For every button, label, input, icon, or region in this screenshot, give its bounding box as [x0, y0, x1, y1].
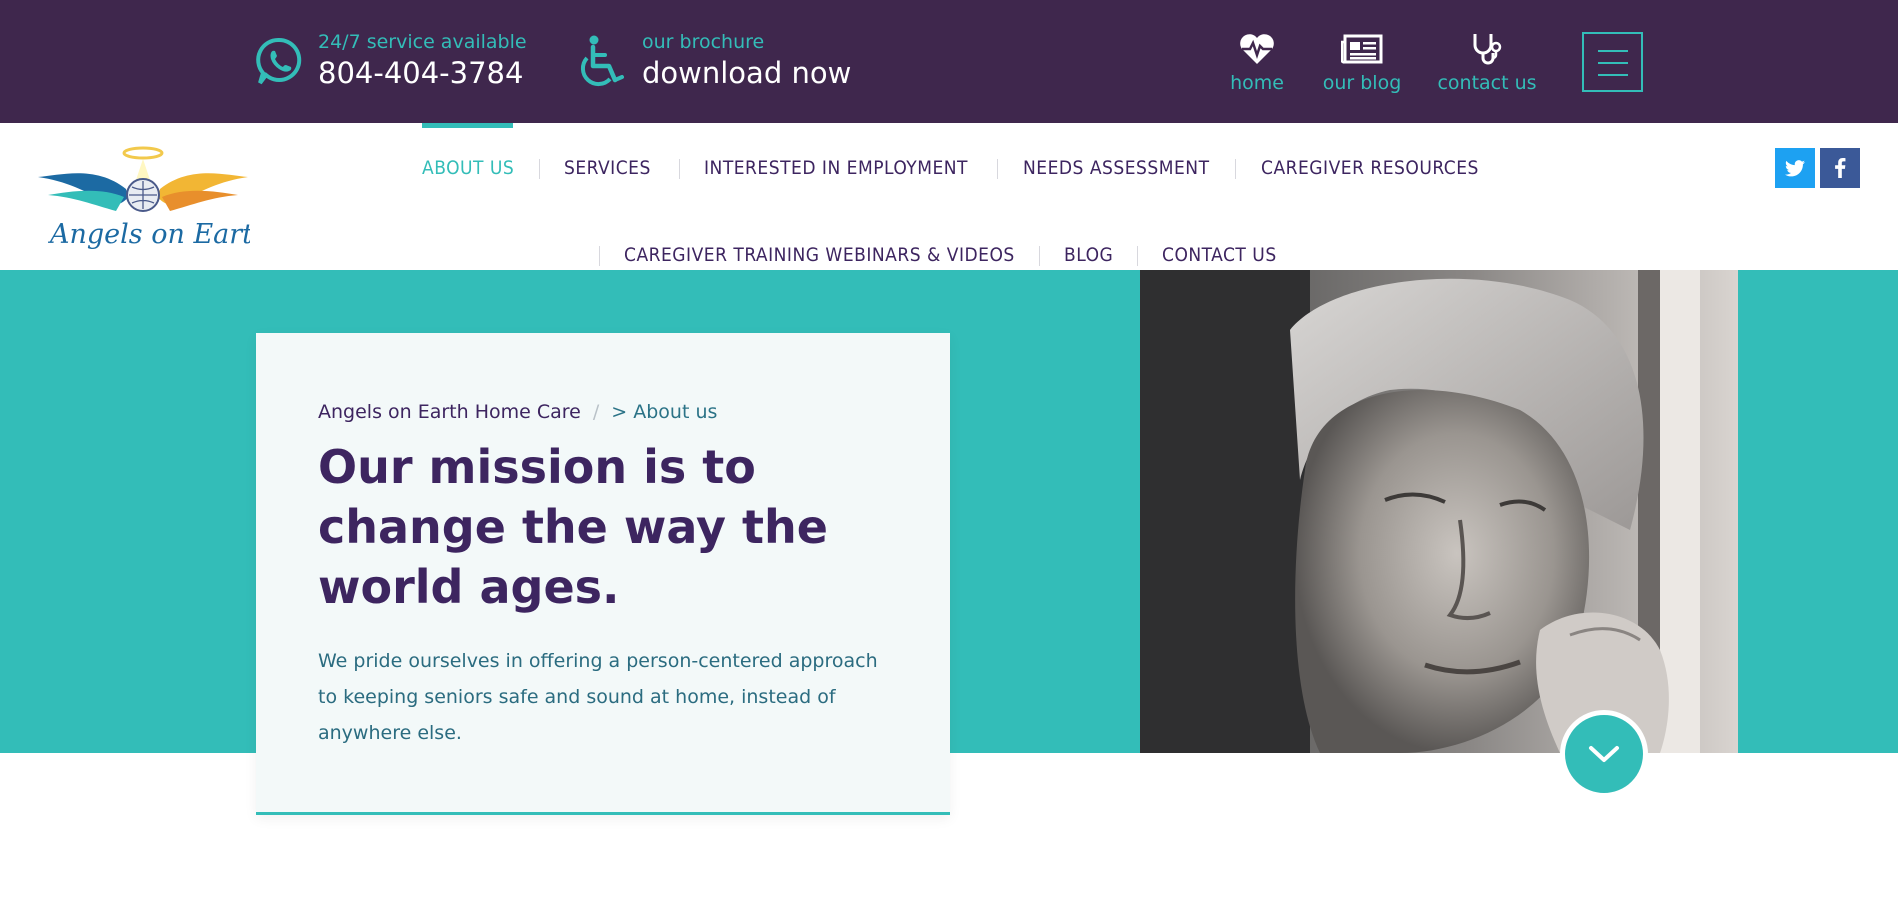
breadcrumb-home[interactable]: Angels on Earth Home Care: [318, 401, 581, 423]
hamburger-line: [1598, 62, 1628, 64]
stethoscope-icon: [1469, 30, 1505, 68]
nav-active-indicator: [422, 123, 513, 128]
hero-description: We pride ourselves in offering a person-…: [318, 650, 878, 744]
main-navigation: Angels on Earth ABOUT US SERVICES INTERE…: [0, 123, 1898, 270]
twitter-icon: [1785, 159, 1805, 176]
newspaper-icon: [1341, 30, 1383, 68]
nav-interested-in-employment[interactable]: INTERESTED IN EMPLOYMENT: [704, 157, 968, 179]
brochure-link[interactable]: download now: [642, 54, 851, 92]
nav-divider: [1137, 246, 1138, 266]
nav-contact-us[interactable]: CONTACT US: [1162, 244, 1277, 266]
facebook-link[interactable]: [1820, 148, 1860, 188]
whatsapp-phone-icon: [254, 34, 304, 90]
quicklink-contact[interactable]: contact us: [1437, 30, 1537, 94]
phone-number[interactable]: 804-404-3784: [318, 54, 527, 92]
nav-divider: [599, 246, 600, 266]
breadcrumb-separator: /: [592, 401, 600, 423]
nav-about-us[interactable]: ABOUT US: [422, 157, 514, 179]
nav-caregiver-resources[interactable]: CAREGIVER RESOURCES: [1261, 157, 1479, 179]
wheelchair-icon: [578, 34, 628, 90]
nav-divider: [539, 159, 540, 179]
quicklink-home[interactable]: home: [1230, 30, 1284, 94]
quicklink-blog-label: our blog: [1322, 72, 1402, 94]
phone-contact[interactable]: 24/7 service available 804-404-3784: [254, 30, 527, 92]
senior-woman-photo: [1140, 270, 1738, 753]
phone-caption: 24/7 service available: [318, 31, 527, 53]
breadcrumb: Angels on Earth Home Care / > About us: [318, 401, 717, 423]
hamburger-menu-button[interactable]: [1582, 32, 1643, 92]
nav-divider: [679, 159, 680, 179]
heartbeat-icon: [1238, 30, 1276, 68]
twitter-link[interactable]: [1775, 148, 1815, 188]
nav-caregiver-training-webinars[interactable]: CAREGIVER TRAINING WEBINARS & VIDEOS: [624, 244, 1015, 266]
chevron-down-icon: [1589, 746, 1619, 762]
brochure-caption: our brochure: [642, 31, 765, 53]
brochure-download[interactable]: our brochure download now: [578, 30, 851, 92]
site-logo[interactable]: Angels on Earth: [36, 145, 270, 257]
svg-text:Angels on Earth: Angels on Earth: [47, 219, 250, 250]
quicklink-home-label: home: [1230, 72, 1284, 94]
quicklink-contact-label: contact us: [1437, 72, 1537, 94]
nav-divider: [1235, 159, 1236, 179]
top-bar: 24/7 service available 804-404-3784 our …: [0, 0, 1898, 123]
nav-divider: [997, 159, 998, 179]
nav-services[interactable]: SERVICES: [564, 157, 651, 179]
nav-divider: [1039, 246, 1040, 266]
scroll-down-button[interactable]: [1560, 710, 1648, 798]
hero-card: Angels on Earth Home Care / > About us Our…: [256, 333, 950, 815]
breadcrumb-current: > About us: [611, 401, 718, 423]
nav-needs-assessment[interactable]: NEEDS ASSESSMENT: [1023, 157, 1210, 179]
quicklink-blog[interactable]: our blog: [1321, 30, 1403, 94]
page-title: Our mission is to change the way the wor…: [318, 440, 828, 614]
hamburger-menu-icon: [1598, 50, 1628, 52]
hamburger-line: [1598, 74, 1628, 76]
facebook-icon: [1835, 158, 1846, 178]
nav-blog[interactable]: BLOG: [1064, 244, 1113, 266]
